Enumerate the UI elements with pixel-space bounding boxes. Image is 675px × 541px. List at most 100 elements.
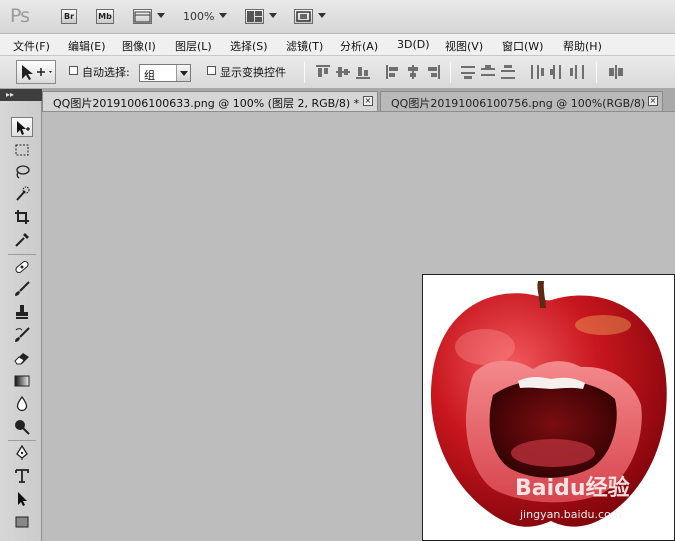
history-brush-tool[interactable] — [11, 325, 33, 345]
pen-icon — [16, 445, 28, 460]
screen-mode-button[interactable] — [294, 9, 313, 24]
arrange-dropdown-icon[interactable] — [269, 13, 277, 18]
drop-icon — [16, 396, 28, 412]
mini-bridge-button[interactable]: Mb — [96, 9, 114, 24]
arrange-documents-button[interactable] — [245, 9, 264, 24]
divider — [596, 62, 597, 83]
show-transform-controls-label: 显示变换控件 — [220, 66, 286, 79]
healing-brush-tool[interactable] — [11, 257, 33, 277]
type-tool[interactable] — [11, 466, 33, 486]
crop-tool[interactable] — [11, 207, 33, 227]
pen-tool[interactable] — [11, 443, 33, 463]
document-tab-active[interactable]: QQ图片20191006100633.png @ 100% (图层 2, RGB… — [42, 91, 378, 111]
align-left-edges-icon[interactable] — [386, 65, 400, 79]
align-top-edges-icon[interactable] — [316, 65, 330, 79]
dodge-icon — [15, 420, 30, 435]
auto-select-checkbox[interactable] — [69, 66, 78, 75]
menu-filter[interactable]: 滤镜(T) — [286, 38, 323, 54]
divider — [8, 254, 36, 255]
auto-select-target-select[interactable]: 组 — [139, 64, 191, 82]
menu-3d[interactable]: 3D(D) — [397, 38, 430, 51]
quick-select-icon — [16, 186, 30, 201]
tools-panel — [0, 101, 42, 541]
rectangle-shape-icon — [15, 516, 29, 528]
menu-window[interactable]: 窗口(W) — [502, 38, 543, 54]
view-extras-button[interactable] — [133, 9, 152, 24]
move-icon — [17, 121, 30, 135]
show-transform-controls-checkbox[interactable] — [207, 66, 216, 75]
align-bottom-edges-icon[interactable] — [356, 65, 370, 79]
bridge-button[interactable]: Br — [61, 9, 77, 24]
align-right-edges-icon[interactable] — [426, 65, 440, 79]
gradient-tool[interactable] — [11, 371, 33, 391]
document-tab-title: QQ图片20191006100633.png @ 100% (图层 2, RGB… — [53, 97, 360, 110]
zoom-dropdown-icon[interactable] — [219, 13, 227, 18]
distribute-horizontal-centers-icon[interactable] — [550, 65, 564, 79]
auto-align-layers-icon[interactable] — [609, 65, 623, 79]
watermark: jingyan.baidu.com — [520, 508, 622, 521]
path-selection-tool[interactable] — [11, 489, 33, 509]
menu-file[interactable]: 文件(F) — [13, 38, 50, 54]
brush-tool[interactable] — [11, 279, 33, 299]
menu-layer[interactable]: 图层(L) — [175, 38, 212, 54]
distribute-top-edges-icon[interactable] — [461, 65, 475, 79]
marquee-tool[interactable] — [11, 140, 33, 160]
auto-select-label: 自动选择: — [82, 66, 130, 79]
document-tab-title: QQ图片20191006100756.png @ 100%(RGB/8) — [391, 97, 646, 110]
eraser-icon — [14, 353, 29, 365]
menu-analysis[interactable]: 分析(A) — [340, 38, 378, 54]
distribute-left-edges-icon[interactable] — [530, 65, 544, 79]
lasso-icon — [16, 165, 30, 179]
distribute-vertical-centers-icon[interactable] — [481, 65, 495, 79]
document-image[interactable]: jingyan.baidu.com Baidu经验 — [422, 274, 675, 541]
eyedropper-tool[interactable] — [11, 230, 33, 250]
distribute-right-edges-icon[interactable] — [570, 65, 584, 79]
clone-stamp-tool[interactable] — [11, 302, 33, 322]
options-bar: 自动选择: 组 显示变换控件 — [0, 56, 675, 89]
move-tool-preset-icon — [22, 65, 52, 80]
divider — [450, 62, 451, 83]
align-vertical-centers-icon[interactable] — [336, 65, 350, 79]
view-extras-dropdown-icon[interactable] — [157, 13, 165, 18]
screen-mode-dropdown-icon[interactable] — [318, 13, 326, 18]
type-icon — [15, 469, 29, 483]
chevron-down-icon[interactable] — [176, 65, 190, 81]
bandage-icon — [15, 260, 29, 274]
crop-icon — [15, 210, 29, 224]
application-bar: Ps Br Mb 100% — [0, 0, 675, 34]
menu-bar: 文件(F) 编辑(E) 图像(I) 图层(L) 选择(S) 滤镜(T) 分析(A… — [0, 34, 675, 56]
zoom-level[interactable]: 100% — [183, 10, 214, 23]
distribute-bottom-edges-icon[interactable] — [501, 65, 515, 79]
view-extras-icon — [134, 11, 151, 23]
shape-tool[interactable] — [11, 512, 33, 532]
arrow-pointer-icon — [18, 492, 27, 506]
watermark-logo: Baidu经验 — [515, 476, 630, 501]
lasso-tool[interactable] — [11, 162, 33, 182]
tool-preset-picker[interactable] — [16, 60, 56, 84]
eraser-tool[interactable] — [11, 348, 33, 368]
document-tab-strip: QQ图片20191006100633.png @ 100% (图层 2, RGB… — [0, 89, 675, 112]
align-horizontal-centers-icon[interactable] — [406, 65, 420, 79]
menu-view[interactable]: 视图(V) — [445, 38, 483, 54]
auto-select-target-value: 组 — [144, 69, 155, 82]
document-tab-inactive[interactable]: QQ图片20191006100756.png @ 100%(RGB/8) × — [380, 91, 663, 111]
screen-mode-icon — [296, 11, 311, 22]
quick-select-tool[interactable] — [11, 184, 33, 204]
divider — [304, 62, 305, 83]
stamp-icon — [16, 305, 28, 319]
eyedropper-icon — [15, 233, 29, 247]
move-tool[interactable] — [11, 117, 33, 137]
menu-edit[interactable]: 编辑(E) — [68, 38, 106, 54]
menu-help[interactable]: 帮助(H) — [563, 38, 602, 54]
close-icon[interactable]: × — [363, 96, 373, 106]
close-icon[interactable]: × — [648, 96, 658, 106]
photoshop-logo: Ps — [10, 5, 30, 27]
menu-select[interactable]: 选择(S) — [230, 38, 268, 54]
divider — [8, 440, 36, 441]
gradient-icon — [14, 375, 30, 387]
arrange-documents-icon — [247, 11, 262, 22]
menu-image[interactable]: 图像(I) — [122, 38, 156, 54]
collapse-panel-icon[interactable]: ▸▸ — [0, 89, 42, 101]
dodge-tool[interactable] — [11, 417, 33, 437]
blur-tool[interactable] — [11, 394, 33, 414]
